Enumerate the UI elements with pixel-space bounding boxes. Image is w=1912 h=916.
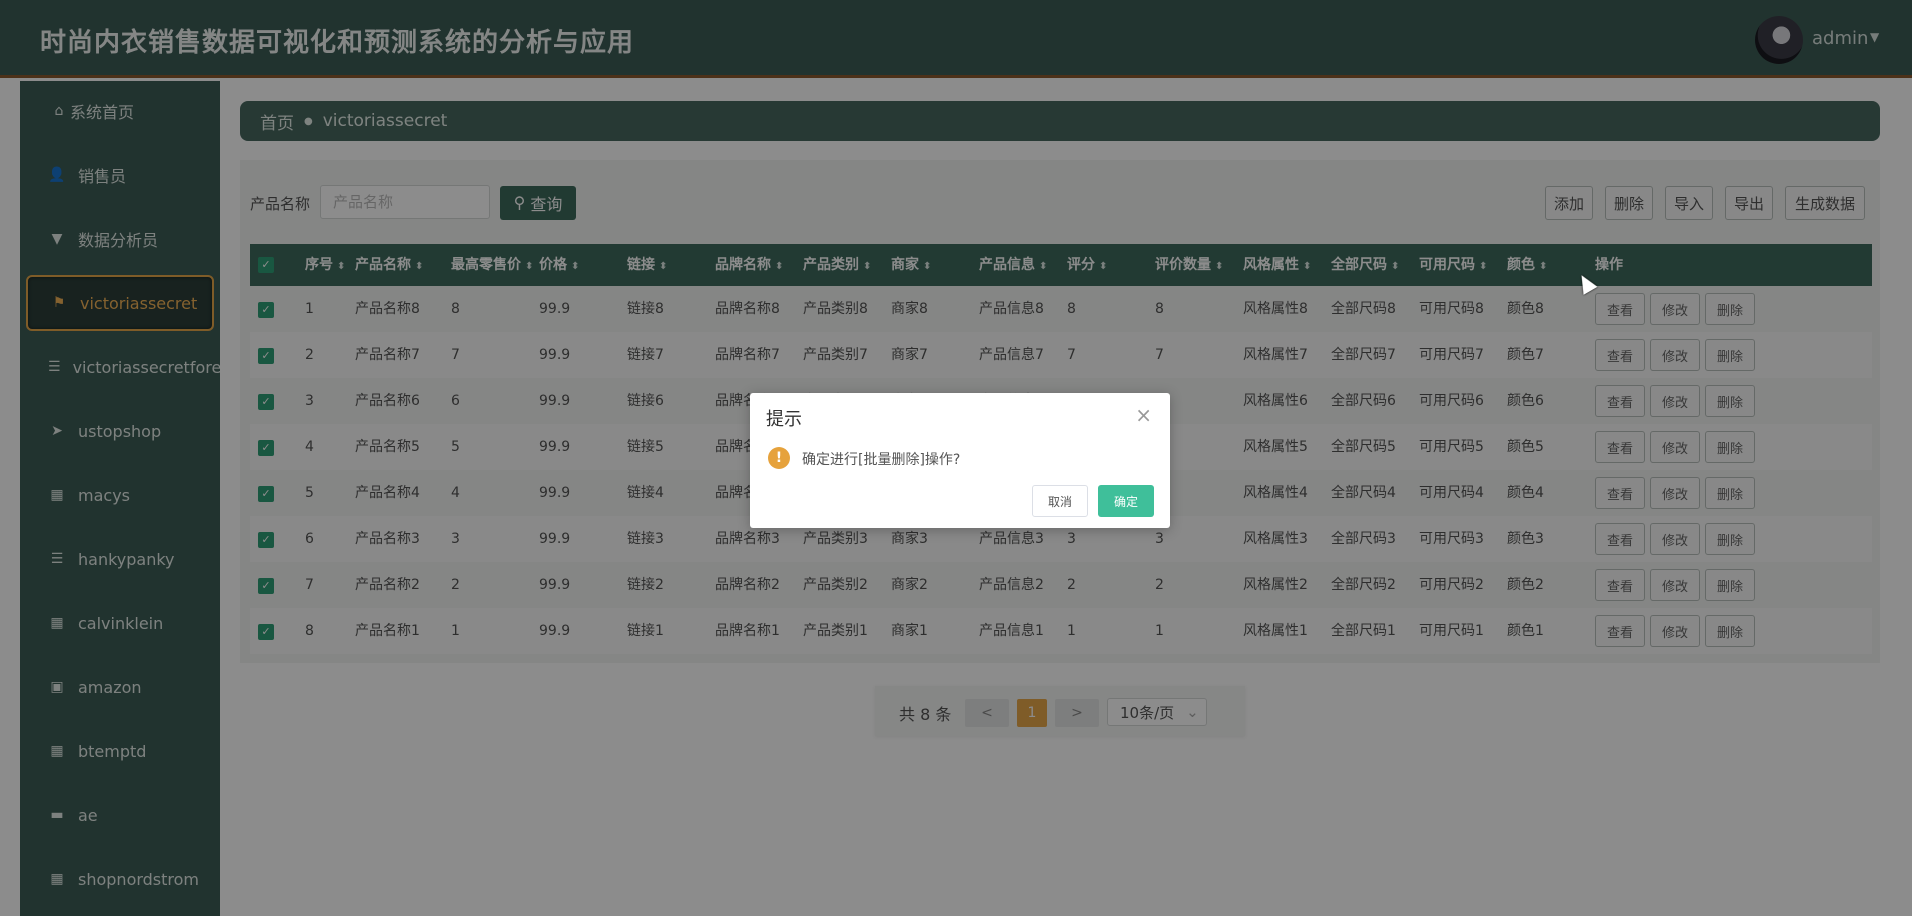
confirm-button[interactable]: 确定 bbox=[1098, 485, 1154, 517]
confirm-dialog: 提示 × ! 确定进行[批量删除]操作? 取消 确定 bbox=[750, 393, 1170, 528]
close-icon[interactable]: × bbox=[1135, 403, 1152, 427]
dialog-message: 确定进行[批量删除]操作? bbox=[802, 452, 961, 468]
warning-icon: ! bbox=[768, 447, 790, 469]
cancel-button[interactable]: 取消 bbox=[1032, 485, 1088, 517]
dialog-title: 提示 bbox=[766, 409, 802, 430]
